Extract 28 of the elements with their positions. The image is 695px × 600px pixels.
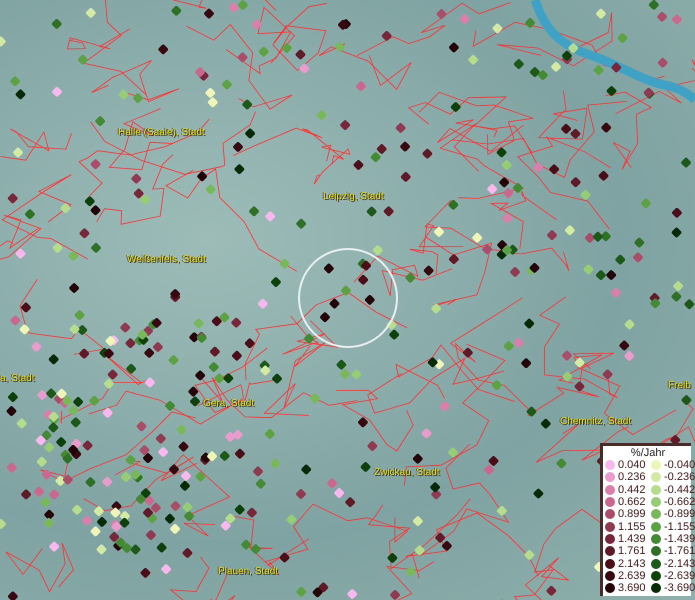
legend-value: 2.143 — [618, 558, 647, 570]
legend-value: -2.639 — [664, 570, 695, 582]
legend-value: -2.143 — [664, 558, 695, 570]
place-label: Freib — [668, 380, 691, 391]
legend-value: 0.040 — [618, 459, 647, 472]
legend-value: -1.439 — [664, 532, 695, 545]
legend-value: -0.662 — [664, 496, 695, 508]
legend-value: 0.899 — [618, 508, 647, 520]
legend-value: -0.040 — [664, 459, 695, 472]
place-label: a, Stadt — [0, 373, 34, 384]
legend-value: -1.155 — [664, 520, 695, 533]
legend-value: -0.899 — [664, 508, 695, 520]
place-label: Plauen, Stadt — [218, 566, 278, 577]
legend-value: -1.761 — [664, 545, 695, 558]
legend-title: %/Jahr — [630, 447, 666, 459]
legend-value: -3.690 — [664, 582, 695, 594]
legend-value: 2.639 — [618, 570, 647, 582]
legend-value: 3.690 — [618, 582, 647, 594]
legend-value: 1.155 — [618, 520, 647, 533]
legend-value: -0.236 — [664, 471, 695, 484]
legend-value: 1.761 — [618, 545, 647, 558]
legend-value: 1.439 — [618, 532, 647, 545]
legend-value: 0.442 — [618, 484, 647, 496]
legend-value: -0.442 — [664, 484, 695, 496]
legend-value: 0.662 — [618, 496, 647, 508]
place-label: Weißenfels, Stadt — [127, 254, 206, 265]
place-label: Leipzig, Stadt — [323, 191, 384, 202]
legend-value: 0.236 — [618, 471, 647, 484]
